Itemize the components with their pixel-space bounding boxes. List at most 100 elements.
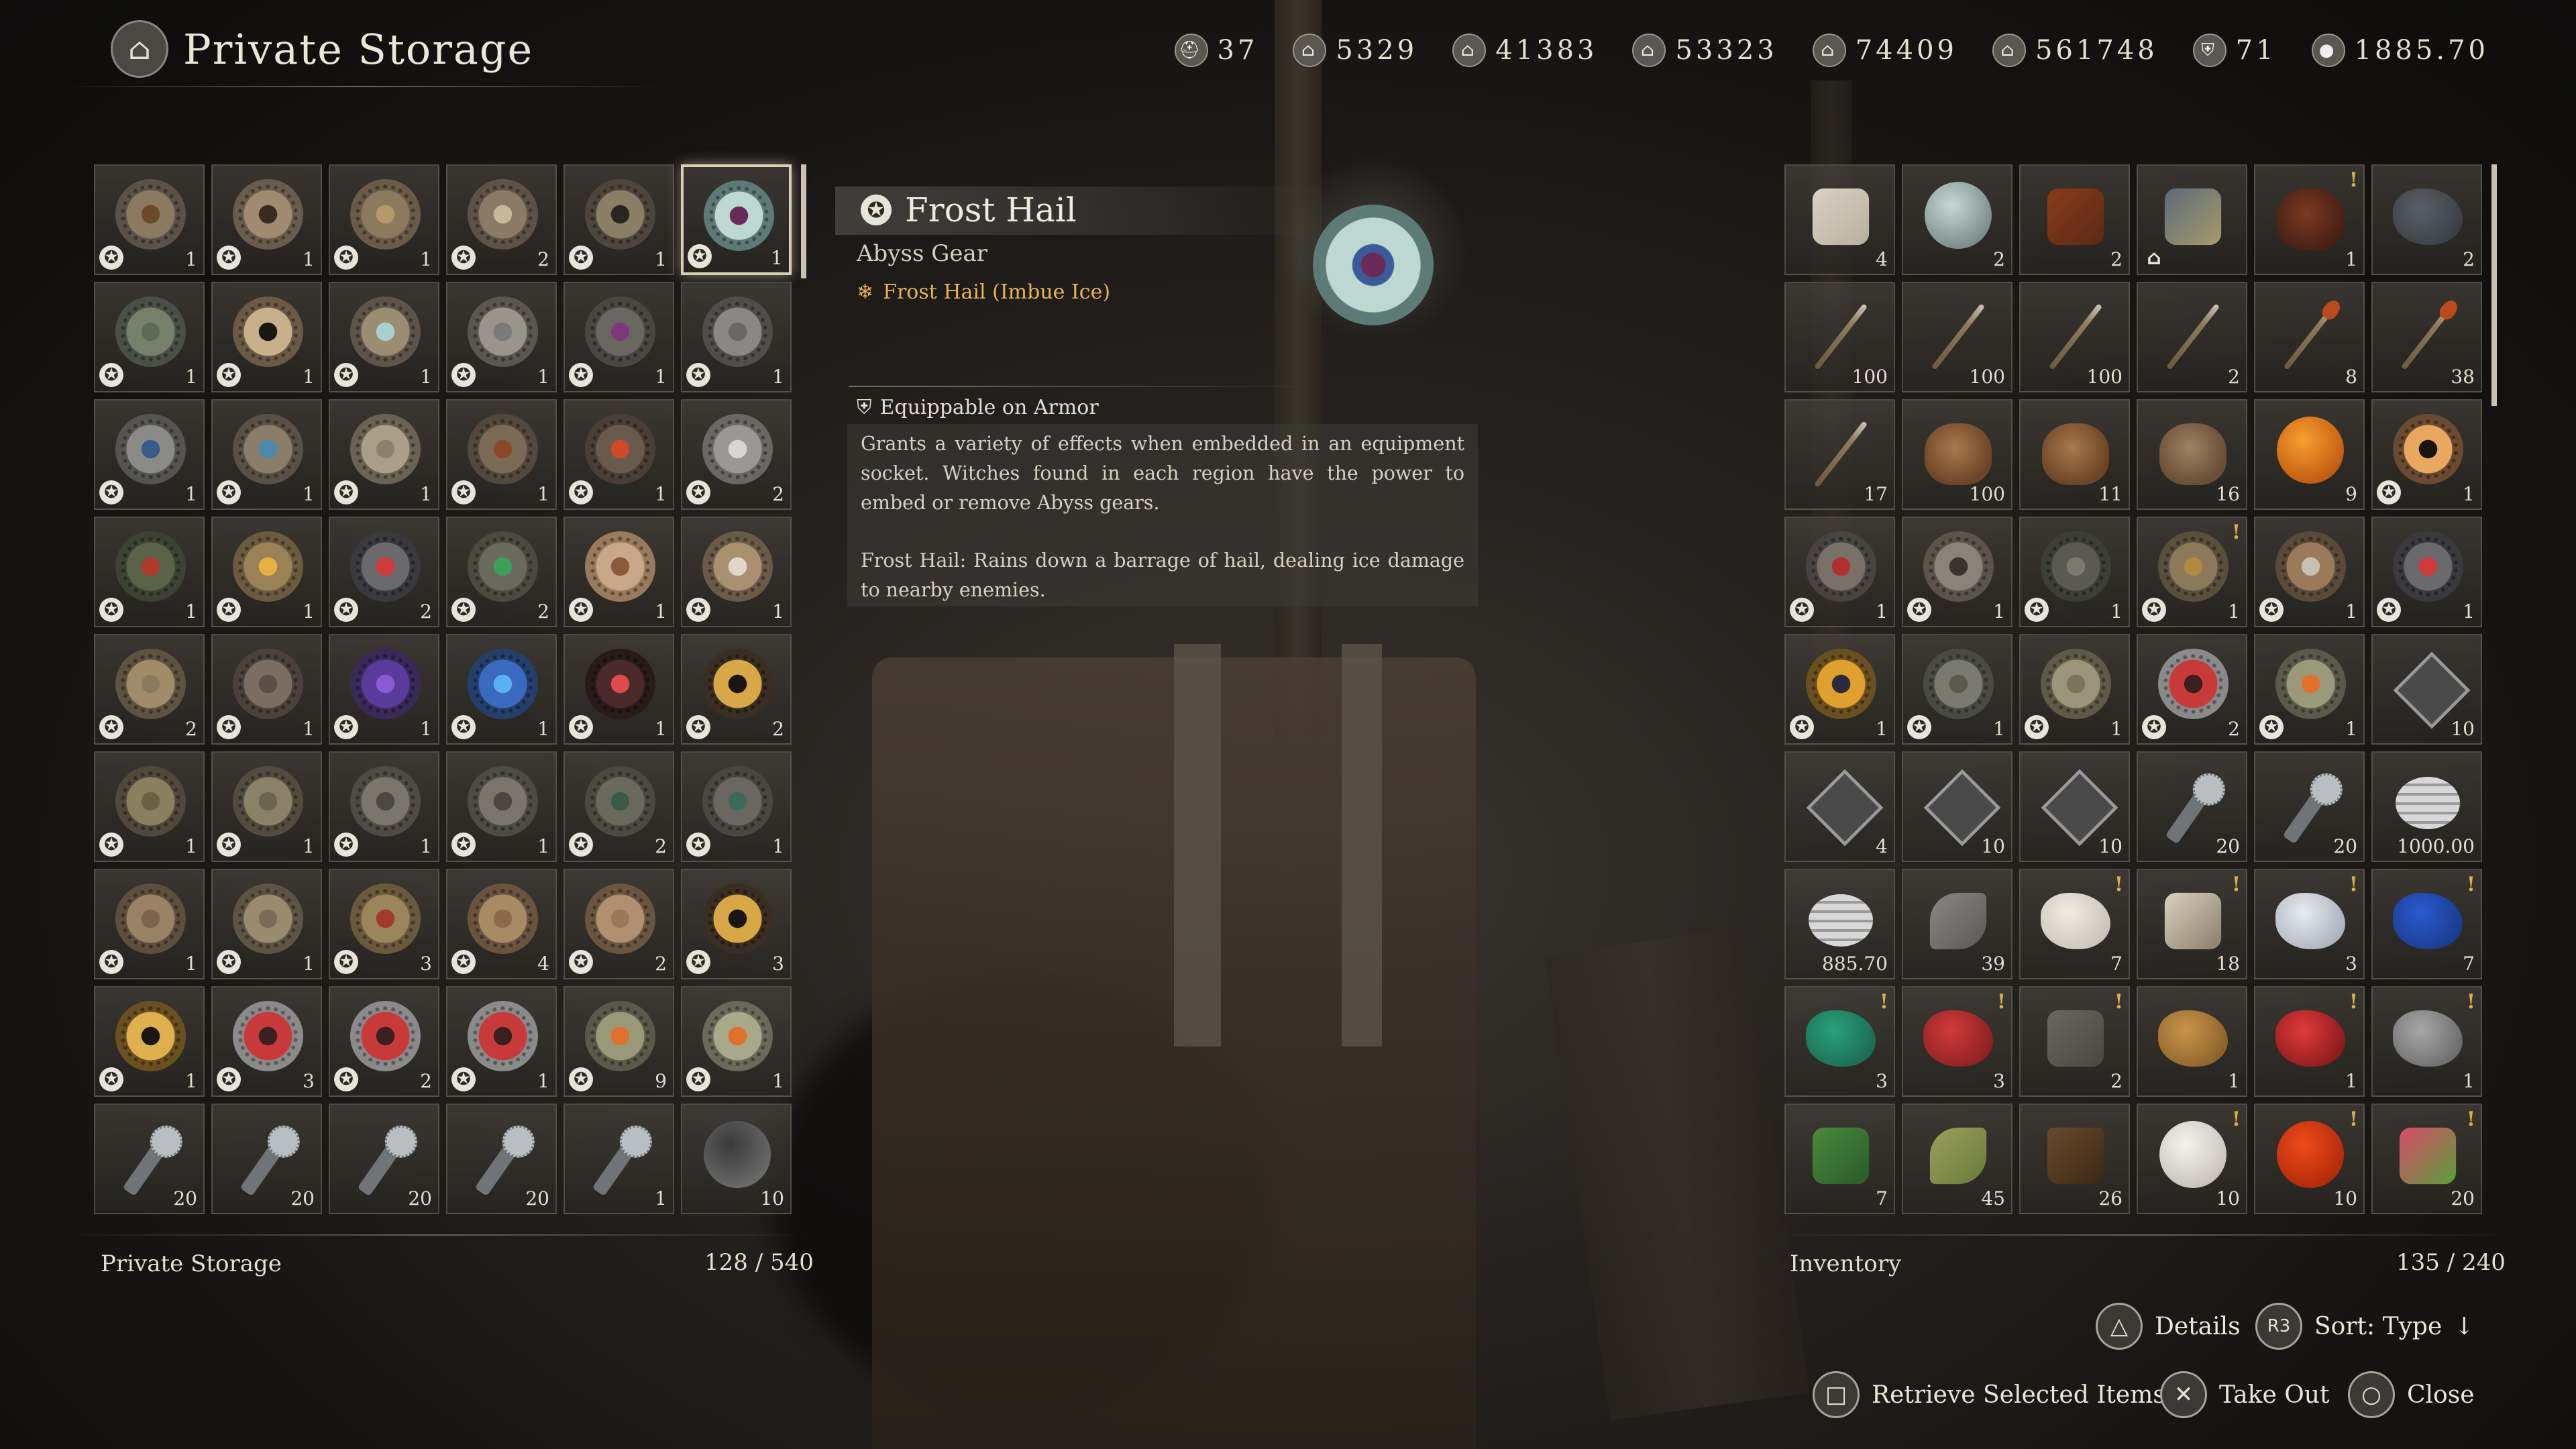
inventory-slot[interactable]: 10 [1902,751,2012,862]
inventory-slot[interactable]: ⌂ [2137,164,2247,275]
storage-slot[interactable]: ✪ 1 [681,517,792,627]
take-out-control[interactable]: ✕ Take Out [2160,1371,2329,1418]
inventory-slot[interactable]: ✪ 1 [2254,517,2365,627]
inventory-slot[interactable]: ✪ 1 [2371,399,2482,510]
inventory-slot[interactable]: 1000.00 [2371,751,2482,862]
storage-slot[interactable]: ✪ 1 [94,751,205,862]
storage-slot[interactable]: ✪ 1 [94,164,205,275]
storage-slot[interactable]: ✪ 1 [329,164,439,275]
storage-slot[interactable]: ✪ 1 [446,399,557,510]
inventory-slot[interactable]: 26 [2019,1104,2130,1214]
storage-slot[interactable]: ✪ 1 [329,634,439,745]
inventory-slot[interactable]: ✪ 1 [1784,517,1895,627]
storage-slot[interactable]: ✪ 3 [211,986,322,1097]
inventory-slot[interactable]: ! 3 [2254,869,2365,979]
inventory-slot[interactable]: 7 [1784,1104,1895,1214]
storage-slot[interactable]: ✪ 1 [94,869,205,979]
inventory-slot[interactable]: 17 [1784,399,1895,510]
storage-slot[interactable]: ✪ 1 [564,164,674,275]
storage-slot[interactable]: ✪ 1 [94,282,205,392]
storage-slot[interactable]: ✪ 2 [446,164,557,275]
storage-slot[interactable]: 20 [446,1104,557,1214]
inventory-slot[interactable]: 2 [2371,164,2482,275]
inventory-slot[interactable]: ! 10 [2137,1104,2247,1214]
storage-slot[interactable]: ✪ 1 [446,751,557,862]
storage-slot[interactable]: ✪ 1 [94,986,205,1097]
storage-slot[interactable]: ✪ 1 [211,164,322,275]
inventory-slot[interactable]: 10 [2019,751,2130,862]
inventory-slot[interactable]: 100 [1902,282,2012,392]
storage-slot[interactable]: ✪ 1 [211,282,322,392]
inventory-slot[interactable]: 39 [1902,869,2012,979]
inventory-slot[interactable]: ✪ 1 [2019,517,2130,627]
storage-slot[interactable]: ✪ 1 [681,164,792,275]
storage-scrollbar[interactable] [801,164,806,278]
storage-slot[interactable]: 1 [564,1104,674,1214]
storage-slot[interactable]: ✪ 1 [681,986,792,1097]
inventory-slot[interactable]: ! 18 [2137,869,2247,979]
storage-slot[interactable]: ✪ 1 [211,869,322,979]
inventory-slot[interactable]: 20 [2137,751,2247,862]
storage-slot[interactable]: ✪ 2 [329,986,439,1097]
details-control[interactable]: △ Details [2096,1303,2241,1350]
inventory-slot[interactable]: ! 3 [1902,986,2012,1097]
storage-slot[interactable]: ✪ 1 [564,282,674,392]
storage-slot[interactable]: ✪ 9 [564,986,674,1097]
storage-slot[interactable]: ✪ 2 [564,751,674,862]
inventory-slot[interactable]: 100 [1902,399,2012,510]
inventory-slot[interactable]: ✪ 1 [2371,517,2482,627]
storage-slot[interactable]: ✪ 1 [446,986,557,1097]
inventory-slot[interactable]: 16 [2137,399,2247,510]
close-control[interactable]: ○ Close [2348,1371,2475,1418]
inventory-scroll-thumb[interactable] [2491,164,2497,406]
storage-slot[interactable]: ✪ 1 [211,751,322,862]
storage-slot[interactable]: ✪ 2 [329,517,439,627]
storage-slot[interactable]: ✪ 1 [329,399,439,510]
inventory-slot[interactable]: ✪ 1 [1902,634,2012,745]
storage-slot[interactable]: ✪ 1 [564,634,674,745]
inventory-slot[interactable]: ✪ 1 [2019,634,2130,745]
storage-slot[interactable]: ✪ 1 [211,634,322,745]
inventory-slot[interactable]: ! 2 [2019,986,2130,1097]
inventory-slot[interactable]: 4 [1784,751,1895,862]
storage-slot[interactable]: ✪ 1 [446,634,557,745]
storage-slot[interactable]: ✪ 1 [329,751,439,862]
inventory-slot[interactable]: ! 20 [2371,1104,2482,1214]
storage-slot[interactable]: ✪ 1 [446,282,557,392]
inventory-slot[interactable]: 1 [2137,986,2247,1097]
inventory-slot[interactable]: ✪! 1 [2137,517,2247,627]
inventory-scrollbar[interactable] [2491,164,2497,406]
sort-control[interactable]: R3 Sort: Type ↓ [2255,1303,2474,1350]
storage-slot[interactable]: ✪ 1 [564,399,674,510]
storage-slot[interactable]: ✪ 1 [94,399,205,510]
inventory-slot[interactable]: ✪ 1 [1902,517,2012,627]
inventory-slot[interactable]: ✪ 2 [2137,634,2247,745]
inventory-slot[interactable]: ! 7 [2371,869,2482,979]
inventory-slot[interactable]: 45 [1902,1104,2012,1214]
inventory-slot[interactable]: 2 [2019,164,2130,275]
inventory-slot[interactable]: 38 [2371,282,2482,392]
storage-slot[interactable]: ✪ 2 [681,399,792,510]
storage-slot[interactable]: ✪ 1 [681,282,792,392]
inventory-slot[interactable]: 2 [1902,164,2012,275]
inventory-slot[interactable]: ✪ 1 [1784,634,1895,745]
storage-scroll-thumb[interactable] [801,164,806,278]
inventory-slot[interactable]: 8 [2254,282,2365,392]
inventory-slot[interactable]: ! 3 [1784,986,1895,1097]
storage-slot[interactable]: ✪ 2 [94,634,205,745]
storage-slot[interactable]: ✪ 1 [564,517,674,627]
inventory-slot[interactable]: 100 [1784,282,1895,392]
inventory-slot[interactable]: ! 1 [2254,164,2365,275]
inventory-slot[interactable]: ! 7 [2019,869,2130,979]
storage-slot[interactable]: ✪ 2 [446,517,557,627]
storage-slot[interactable]: ✪ 2 [564,869,674,979]
inventory-slot[interactable]: 9 [2254,399,2365,510]
storage-slot[interactable]: ✪ 1 [211,517,322,627]
storage-slot[interactable]: 20 [211,1104,322,1214]
storage-slot[interactable]: ✪ 1 [681,751,792,862]
inventory-slot[interactable]: 20 [2254,751,2365,862]
storage-slot[interactable]: ✪ 1 [211,399,322,510]
inventory-slot[interactable]: ! 1 [2371,986,2482,1097]
inventory-slot[interactable]: 10 [2371,634,2482,745]
inventory-slot[interactable]: 11 [2019,399,2130,510]
